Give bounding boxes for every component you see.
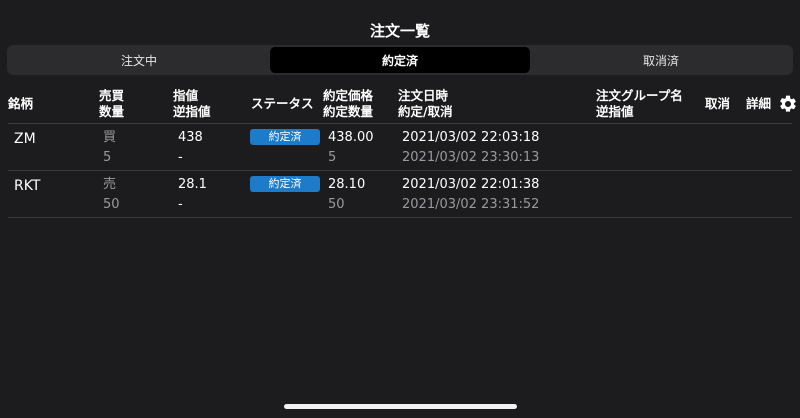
row-symbol: ZM	[14, 131, 36, 147]
status-badge: 約定済	[250, 129, 320, 145]
row-exec-time: 2021/03/02 23:31:52	[402, 197, 540, 212]
header-group: 注文グループ名	[596, 88, 683, 103]
row-symbol: RKT	[14, 178, 41, 194]
header-order-time: 注文日時	[398, 88, 449, 103]
row-exec-qty: 5	[328, 150, 337, 165]
row-stop: -	[178, 150, 183, 165]
header-detail: 詳細	[746, 96, 772, 111]
tab-cancelled[interactable]: 取消済	[531, 47, 791, 73]
header-status: ステータス	[251, 96, 314, 111]
row-exec-qty: 50	[328, 197, 345, 212]
row-side: 買	[103, 130, 117, 145]
header-exec-cancel: 約定/取消	[398, 104, 453, 119]
row-qty: 5	[103, 150, 112, 165]
row-exec-price: 438.00	[328, 130, 374, 145]
tab-executed[interactable]: 約定済	[270, 47, 530, 73]
header-group-stop: 逆指値	[596, 104, 634, 119]
row-exec-price: 28.10	[328, 177, 366, 192]
header-limit: 指値	[173, 88, 199, 103]
table-header: 銘柄 売買 数量 指値 逆指値 ステータス 約定価格 約定数量 注文日時 約定/…	[0, 86, 800, 122]
order-list-screen: 注文一覧 注文中 約定済 取消済 銘柄 売買 数量 指値 逆指値 ステータス 約…	[0, 0, 800, 418]
page-title: 注文一覧	[369, 22, 430, 40]
header-side: 売買	[99, 88, 125, 103]
table-row[interactable]: ZM 買 5 438 - 約定済 438.00 5 2021/03/02 22:…	[8, 123, 792, 171]
header-exec-price: 約定価格	[323, 88, 374, 103]
row-limit: 28.1	[178, 177, 207, 192]
row-limit: 438	[178, 130, 203, 145]
row-exec-time: 2021/03/02 23:30:13	[402, 150, 540, 165]
home-indicator[interactable]	[284, 404, 517, 409]
row-qty: 50	[103, 197, 120, 212]
row-side: 売	[103, 177, 117, 192]
status-badge: 約定済	[250, 176, 320, 192]
tab-pending[interactable]: 注文中	[9, 47, 269, 73]
header-cancel: 取消	[705, 96, 731, 111]
header-stop: 逆指値	[173, 104, 211, 119]
header-qty: 数量	[99, 104, 125, 119]
header-exec-qty: 約定数量	[323, 104, 374, 119]
table-row[interactable]: RKT 売 50 28.1 - 約定済 28.10 50 2021/03/02 …	[8, 170, 792, 218]
row-stop: -	[178, 197, 183, 212]
table-divider	[8, 217, 792, 218]
row-order-time: 2021/03/02 22:01:38	[402, 177, 540, 192]
header-symbol[interactable]: 銘柄	[8, 96, 33, 112]
gear-icon[interactable]	[778, 94, 798, 114]
status-segmented-control: 注文中 約定済 取消済	[7, 45, 793, 75]
row-order-time: 2021/03/02 22:03:18	[402, 130, 540, 145]
